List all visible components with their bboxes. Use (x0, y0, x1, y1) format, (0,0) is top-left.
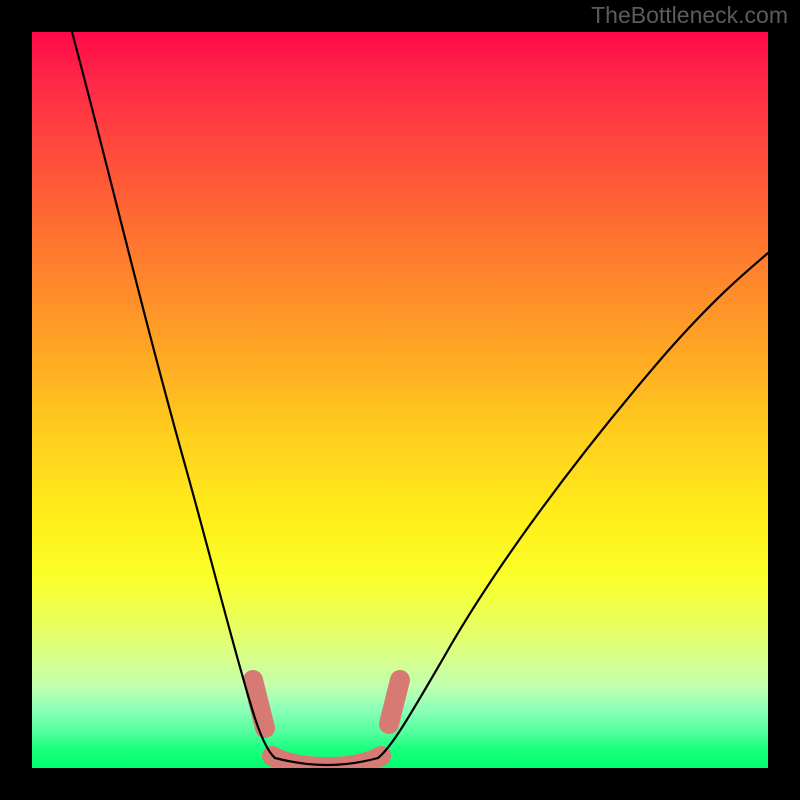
curve-left-branch (72, 32, 275, 758)
watermark-text: TheBottleneck.com (591, 2, 788, 29)
chart-frame: TheBottleneck.com (0, 0, 800, 800)
curve-layer (32, 32, 768, 768)
plot-area (32, 32, 768, 768)
marker-right-cluster (389, 680, 400, 724)
curve-right-branch (378, 253, 768, 758)
